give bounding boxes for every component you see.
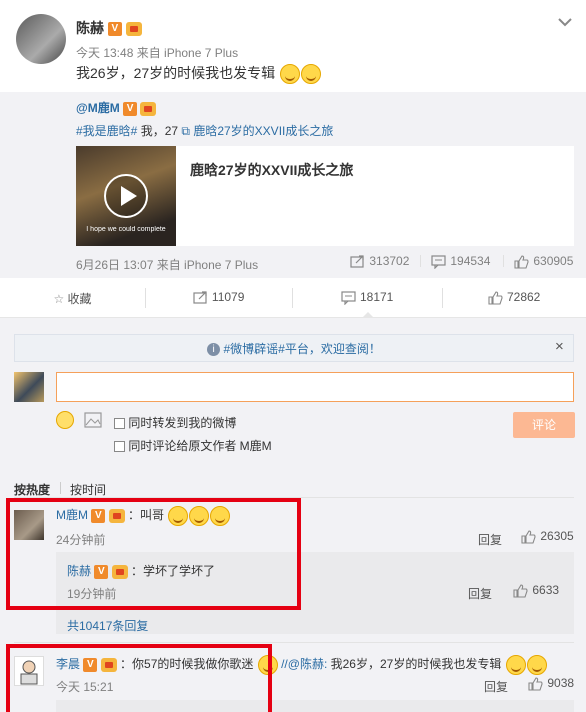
star-icon: ☆	[53, 292, 65, 306]
emoji-picker-icon[interactable]	[56, 411, 74, 429]
sub-reply-like-count: 6633	[532, 583, 560, 597]
comment-count: 194534	[450, 254, 491, 268]
sort-tab-time[interactable]: 按时间	[70, 481, 106, 498]
repost-author[interactable]: @M鹿M	[76, 101, 120, 115]
author-avatar[interactable]	[16, 14, 66, 64]
verified-icon: V	[123, 101, 138, 116]
repost-button[interactable]: 11079	[145, 290, 292, 314]
quoted-text: 我26岁，27岁的时候我也发专辑	[330, 657, 502, 672]
more-replies-label[interactable]: 共10417条回复	[67, 617, 148, 634]
comment-original-checkbox[interactable]	[114, 441, 125, 453]
comment-like-button[interactable]: 26305	[521, 529, 574, 544]
video-link[interactable]: 鹿晗27岁的XXVII成长之旅	[193, 124, 333, 138]
video-caption: I hope we could complete	[86, 226, 166, 233]
reply-button[interactable]: 回复	[484, 678, 508, 695]
sub-reply-reply-button[interactable]: 回复	[468, 585, 492, 602]
thumbs-up-icon	[528, 677, 543, 691]
submit-comment-button[interactable]: 评论	[513, 412, 575, 438]
mention-link[interactable]: //@陈赫:	[281, 657, 327, 671]
reply-button[interactable]: 回复	[478, 531, 502, 548]
author-name-row: 陈赫 V	[76, 18, 142, 38]
info-icon: i	[207, 343, 221, 357]
forward-checkbox[interactable]	[114, 418, 125, 430]
repost-meta: 6月26日 13:07 来自 iPhone 7 Plus	[76, 258, 259, 272]
likes-count: 72862	[506, 290, 541, 304]
thumbs-up-icon	[521, 530, 536, 544]
sub-reply-like-button[interactable]: 6633	[513, 583, 559, 598]
repost-forward-count[interactable]: 313702	[350, 254, 409, 269]
laugh-emoji-icon	[301, 64, 322, 85]
like-button[interactable]: 72862	[442, 290, 586, 314]
repost-comment-count[interactable]: 194534	[431, 254, 491, 270]
author-name[interactable]: 陈赫	[76, 20, 104, 36]
play-icon[interactable]	[102, 172, 150, 220]
vip-crown-icon	[125, 22, 142, 37]
thumbs-up-icon	[514, 255, 529, 269]
sort-tab-hot[interactable]: 按热度	[14, 481, 50, 498]
repost-author-row: @M鹿M V	[76, 99, 157, 116]
laugh-emoji-icon	[505, 655, 526, 675]
laugh-emoji-icon	[280, 64, 301, 85]
comment-button[interactable]: 18171	[292, 290, 442, 314]
favorite-button[interactable]: ☆ 收藏	[0, 290, 145, 314]
comment-icon	[431, 255, 446, 270]
like-count: 630905	[533, 254, 574, 268]
forward-icon	[192, 291, 207, 304]
post-text-row: 我26岁，27岁的时候我也发专辑	[76, 63, 322, 85]
my-avatar[interactable]	[14, 372, 44, 402]
close-icon[interactable]: ×	[555, 338, 564, 355]
post-meta: 今天 13:48 来自 iPhone 7 Plus	[76, 46, 239, 60]
comment-original-checkbox-row[interactable]: 同时评论给原文作者 M鹿M	[114, 437, 272, 454]
comment-divider	[14, 642, 574, 643]
comment-icon	[341, 291, 356, 306]
repost-like-count[interactable]: 630905	[514, 254, 573, 269]
repost-text: 我，27	[140, 124, 179, 138]
highlight-box	[6, 498, 301, 610]
image-upload-icon[interactable]	[84, 412, 102, 431]
notice-row: i #微博辟谣#平台，欢迎查阅！	[14, 340, 574, 357]
comment-like-button[interactable]: 9038	[528, 676, 574, 691]
forward-icon	[350, 255, 364, 268]
forward-checkbox-label: 同时转发到我的微博	[128, 416, 237, 430]
notice-text[interactable]: #微博辟谣#平台，欢迎查阅！	[223, 342, 380, 356]
post-text: 我26岁，27岁的时候我也发专辑	[76, 65, 276, 81]
comments-count: 18171	[359, 290, 394, 304]
thumbs-up-icon	[488, 291, 503, 305]
laugh-emoji-icon	[526, 655, 547, 675]
verified-icon: V	[107, 22, 122, 37]
hashtag-link[interactable]: #我是鹿晗#	[76, 124, 137, 138]
favorite-label: 收藏	[67, 292, 92, 306]
video-link-icon: ⧉	[181, 124, 190, 138]
forward-count: 313702	[369, 254, 410, 268]
repost-count: 11079	[211, 290, 245, 304]
comment-like-count: 26305	[540, 529, 574, 543]
highlight-box	[6, 644, 272, 712]
vip-crown-icon	[140, 101, 157, 116]
video-card-title: 鹿晗27岁的XXVII成长之旅	[190, 162, 354, 178]
comment-original-label: 同时评论给原文作者 M鹿M	[128, 439, 272, 453]
chevron-down-icon[interactable]	[556, 14, 574, 28]
forward-checkbox-row[interactable]: 同时转发到我的微博	[114, 414, 236, 431]
repost-text-row: #我是鹿晗# 我，27 ⧉ 鹿晗27岁的XXVII成长之旅	[76, 122, 333, 139]
comment-input[interactable]	[56, 372, 574, 402]
weibo-post-page: 陈赫 V 今天 13:48 来自 iPhone 7 Plus 我26岁，27岁的…	[0, 0, 586, 712]
comment-like-count: 9038	[547, 676, 575, 690]
thumbs-up-icon	[513, 584, 528, 598]
